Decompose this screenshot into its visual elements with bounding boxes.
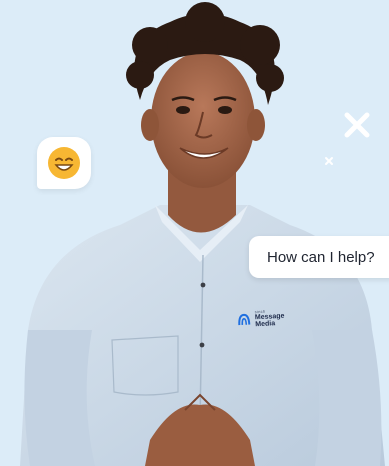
smiling-face-icon: [48, 147, 80, 179]
shirt-logo: sinch Message Media: [236, 308, 286, 330]
smiling-man-photo: [0, 0, 389, 466]
emoji-chat-bubble: [37, 137, 91, 189]
wave-logo-icon: [238, 313, 251, 325]
chat-message-bubble: How can I help?: [249, 236, 389, 278]
chat-message-text: How can I help?: [267, 248, 375, 266]
sparkle-x-icon: [344, 112, 370, 138]
hero-image: How can I help? sinch Message Media: [0, 0, 389, 466]
sparkle-small-icon: [325, 157, 333, 165]
